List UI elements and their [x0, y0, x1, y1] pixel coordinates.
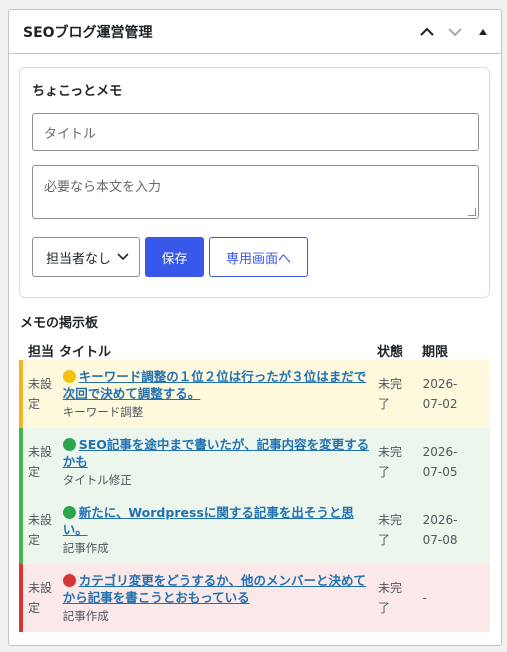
memo-body-placeholder: 必要なら本文を入力: [44, 180, 162, 195]
dedicated-screen-button[interactable]: 専用画面へ: [209, 237, 308, 277]
row-status: 未完了: [378, 442, 417, 482]
toggle-panel-button[interactable]: [471, 20, 495, 44]
table-row: 未設定カテゴリ変更をどうするか、他のメンバーと決めてから記事を書こうとおもってい…: [19, 564, 490, 632]
row-title-cell: 新たに、Wordpressに関する記事を出そうと思い。記事作成: [62, 504, 378, 556]
memo-title-text: SEO記事を途中まで書いたが、記事内容を変更するかも: [62, 437, 370, 469]
widget-title: SEOブログ運営管理: [23, 24, 153, 41]
row-deadline: 2026- 07-08: [417, 510, 490, 550]
row-deadline: 2026- 07-02: [417, 374, 490, 414]
memo-title-link[interactable]: カテゴリ変更をどうするか、他のメンバーと決めてから記事を書こうとおもっている: [62, 572, 378, 606]
status-dot-icon: [62, 370, 76, 383]
memo-title-placeholder: タイトル: [44, 126, 97, 142]
board-title: メモの掲示板: [20, 316, 99, 331]
deadline-text: -: [422, 591, 427, 605]
memo-title-link[interactable]: SEO記事を途中まで書いたが、記事内容を変更するかも: [62, 436, 378, 470]
memo-heading: ちょこっとメモ: [32, 84, 123, 99]
memo-title-link[interactable]: 新たに、Wordpressに関する記事を出そうと思い。: [62, 504, 378, 538]
memo-category: キーワード調整: [62, 405, 144, 419]
assignee-text: 未設定: [28, 513, 53, 547]
row-status: 未完了: [378, 578, 417, 618]
assignee-text: 未設定: [28, 377, 53, 411]
status-text: 未完了: [377, 377, 402, 411]
memo-title-text: 新たに、Wordpressに関する記事を出そうと思い。: [62, 505, 354, 537]
status-dot-icon: [62, 574, 76, 587]
deadline-text: 2026- 07-02: [422, 377, 458, 411]
memo-body-textarea[interactable]: 必要なら本文を入力: [32, 165, 479, 219]
status-text: 未完了: [377, 581, 402, 615]
memo-title-link[interactable]: キーワード調整の１位２位は行ったが３位はまだで次回で決めて調整する。: [62, 368, 378, 402]
memo-actions: 担当者なし 保存 専用画面へ: [32, 237, 477, 277]
table-row: 未設定 SEO記事を途中まで書いたが、記事内容を変更するかも タイトル修正 未完了 20…: [19, 428, 490, 496]
memo-board-rows: 未設定キーワード調整の１位２位は行ったが３位はまだで次回で決めて調整する。 キーワ…: [19, 360, 490, 632]
row-status: 未完了: [378, 374, 417, 414]
row-status: 未完了: [378, 510, 417, 550]
memo-title-text: キーワード調整の１位２位は行ったが３位はまだで次回で決めて調整する。: [62, 369, 367, 401]
chevron-down-icon: [117, 253, 129, 261]
row-title-cell: カテゴリ変更をどうするか、他のメンバーと決めてから記事を書こうとおもっている記事…: [62, 572, 378, 624]
status-dot-icon: [62, 506, 76, 519]
dashboard-widget: SEOブログ運営管理 ちょこっとメモ タイトル 必要なら本文を入力 担当者なし: [8, 9, 502, 646]
column-header-title: タイトル: [59, 344, 112, 360]
assignee-select[interactable]: 担当者なし: [32, 237, 140, 277]
memo-title-text: カテゴリ変更をどうするか、他のメンバーと決めてから記事を書こうとおもっている: [62, 573, 366, 605]
memo-category: 記事作成: [62, 541, 109, 555]
assignee-text: 未設定: [28, 445, 53, 479]
row-assignee: 未設定: [23, 374, 63, 414]
column-header-assignee: 担当: [28, 344, 55, 360]
widget-controls: [415, 20, 495, 44]
chevron-up-icon: [420, 27, 434, 36]
deadline-text: 2026- 07-08: [422, 513, 458, 547]
row-assignee: 未設定: [23, 510, 63, 550]
column-header-deadline: 期限: [422, 344, 449, 360]
save-button[interactable]: 保存: [145, 237, 204, 277]
table-row: 未設定キーワード調整の１位２位は行ったが３位はまだで次回で決めて調整する。 キーワ…: [19, 360, 490, 428]
triangle-up-icon: [479, 28, 487, 35]
row-deadline: -: [417, 588, 490, 608]
assignee-selected-value: 担当者なし: [46, 251, 112, 267]
chevron-down-icon: [448, 27, 462, 36]
assignee-text: 未設定: [28, 581, 53, 615]
deadline-text: 2026- 07-05: [422, 445, 458, 479]
row-assignee: 未設定: [23, 442, 63, 482]
table-row: 未設定新たに、Wordpressに関する記事を出そうと思い。 記事作成 未完了 202…: [19, 496, 490, 564]
memo-category: タイトル修正: [62, 473, 132, 487]
row-deadline: 2026- 07-05: [417, 442, 490, 482]
status-dot-icon: [62, 438, 76, 451]
quick-memo-form: ちょこっとメモ タイトル 必要なら本文を入力 担当者なし 保存 専用画面へ: [19, 67, 490, 298]
row-title-cell: キーワード調整の１位２位は行ったが３位はまだで次回で決めて調整する。キーワード調…: [62, 368, 378, 420]
move-up-button[interactable]: [415, 20, 439, 44]
row-assignee: 未設定: [23, 578, 63, 618]
resize-handle[interactable]: [468, 208, 476, 216]
memo-title-input[interactable]: タイトル: [32, 113, 479, 151]
move-down-button[interactable]: [443, 20, 467, 44]
memo-category: 記事作成: [62, 609, 109, 623]
widget-header: SEOブログ運営管理: [9, 10, 501, 54]
status-text: 未完了: [377, 445, 402, 479]
column-header-status: 状態: [377, 344, 404, 360]
row-title-cell: SEO記事を途中まで書いたが、記事内容を変更するかもタイトル修正: [62, 436, 378, 488]
status-text: 未完了: [377, 513, 402, 547]
